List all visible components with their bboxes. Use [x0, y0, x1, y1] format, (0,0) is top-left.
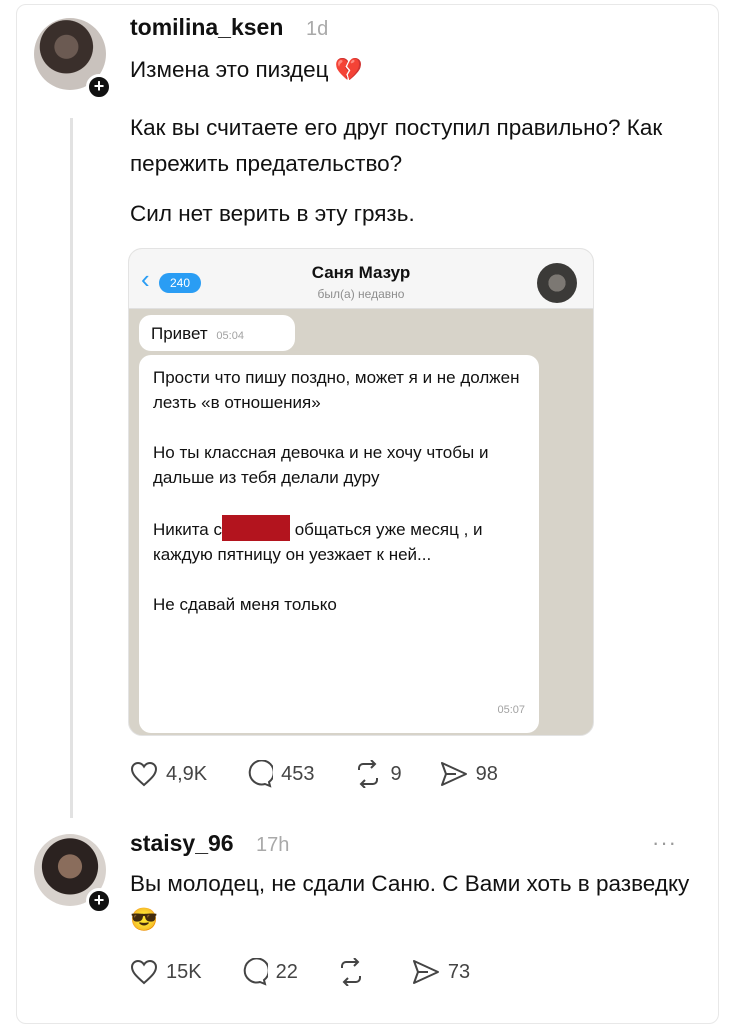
like-count: 15K [166, 960, 202, 983]
chat-header: ‹ 240 Саня Мазур был(а) недавно [129, 249, 593, 309]
share-count: 98 [475, 762, 498, 785]
reply-actions: 15K 22 73 [130, 958, 508, 986]
like-button[interactable]: 4,9K [130, 761, 207, 787]
more-options-icon[interactable]: ··· [652, 830, 677, 856]
message-paragraph: Никита с общаться уже месяц , и каждую п… [153, 515, 525, 567]
contact-avatar [537, 263, 577, 303]
comment-count: 22 [275, 960, 298, 983]
reply-username[interactable]: staisy_96 [130, 830, 234, 857]
message-time: 05:04 [216, 330, 244, 342]
follow-plus-icon[interactable]: + [86, 888, 112, 914]
post-paragraph-2: Сил нет верить в эту грязь. [130, 201, 415, 226]
message-text: Никита с [153, 520, 222, 539]
follow-plus-icon[interactable]: + [86, 74, 112, 100]
reply-time: 17h [256, 834, 290, 856]
repost-icon [357, 760, 378, 788]
post-time: 1d [306, 18, 329, 40]
contact-status: был(а) недавно [317, 287, 405, 301]
chat-screenshot[interactable]: ‹ 240 Саня Мазур был(а) недавно Привет 0… [128, 248, 594, 736]
comment-button[interactable]: 453 [245, 760, 315, 788]
thread-line [70, 118, 73, 818]
like-button[interactable]: 15K [130, 959, 202, 985]
message-bubble: Привет 05:04 [139, 315, 295, 351]
share-icon [412, 960, 439, 984]
author-username[interactable]: tomilina_ksen [130, 14, 283, 41]
post-actions: 4,9K 453 9 98 [130, 760, 536, 788]
comment-count: 453 [281, 762, 315, 785]
share-icon [440, 762, 467, 786]
comment-icon [243, 958, 268, 986]
post-paragraph-1: Как вы считаете его друг поступил правил… [130, 115, 663, 176]
comment-button[interactable]: 22 [240, 958, 298, 986]
message-bubble: Прости что пишу поздно, может я и не дол… [139, 355, 539, 733]
heart-icon [130, 959, 158, 985]
repost-button[interactable]: 9 [353, 760, 402, 788]
message-paragraph: Не сдавай меня только [153, 595, 337, 614]
heart-icon [130, 761, 158, 787]
share-button[interactable]: 98 [440, 761, 498, 787]
repost-count: 9 [390, 762, 402, 785]
like-count: 4,9K [166, 762, 208, 785]
post-headline: Измена это пиздец 💔 [130, 57, 363, 82]
comment-icon [248, 760, 274, 788]
repost-icon [340, 958, 361, 986]
contact-name: Саня Мазур [311, 263, 411, 282]
reply-text: Вы молодец, не сдали Саню. С Вами хоть в… [130, 871, 690, 932]
message-text: Привет [151, 324, 208, 343]
message-paragraph: Но ты классная девочка и не хочу чтобы и… [153, 443, 489, 487]
repost-button[interactable] [336, 958, 374, 986]
redaction-block [221, 515, 290, 541]
share-count: 73 [447, 960, 471, 983]
message-paragraph: Прости что пишу поздно, может я и не дол… [153, 368, 520, 412]
message-time: 05:07 [497, 704, 525, 716]
share-button[interactable]: 73 [412, 959, 470, 985]
